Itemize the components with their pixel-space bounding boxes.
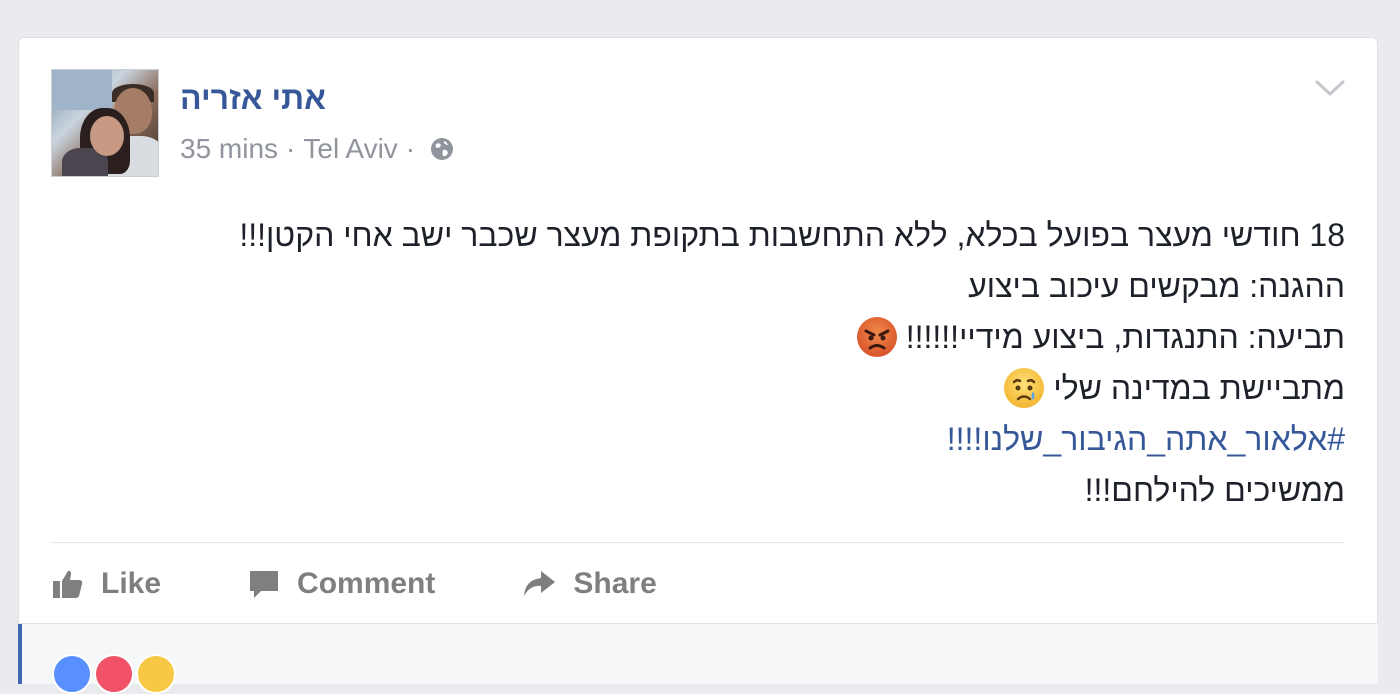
angry-face-emoji	[856, 317, 897, 357]
love-reaction-icon[interactable]	[94, 654, 134, 694]
post-text: 18 חודשי מעצר בפועל בכלא, ללא התחשבות בת…	[65, 210, 1345, 516]
post-line-6: ממשיכים להילחם!!!	[1084, 472, 1345, 508]
post-line-4: מתביישת במדינה שלי	[65, 363, 1345, 414]
chevron-down-icon[interactable]	[1313, 76, 1347, 100]
post-timestamp[interactable]: 35 mins	[180, 133, 278, 165]
accent-bar	[18, 624, 22, 684]
sad-tear-face-emoji	[1004, 368, 1045, 408]
haha-reaction-icon[interactable]	[136, 654, 176, 694]
comment-icon	[250, 571, 279, 598]
author-avatar[interactable]	[51, 69, 159, 177]
globe-icon[interactable]	[429, 136, 455, 162]
post-line-2: ההגנה: מבקשים עיכוב ביצוע	[968, 268, 1345, 304]
divider	[51, 542, 1345, 543]
meta-separator: ·	[405, 133, 416, 164]
post-card: אתי אזריה 35 mins · Tel Aviv · 18 חודשי …	[18, 37, 1378, 694]
author-name[interactable]: אתי אזריה	[180, 80, 326, 117]
reactions-bar	[18, 623, 1378, 694]
comment-label: Comment	[297, 567, 436, 600]
share-arrow-icon	[524, 571, 556, 596]
post-line-3: תביעה: התנגדות, ביצוע מידיי!!!!!!	[65, 312, 1345, 363]
like-reaction-icon[interactable]	[52, 654, 92, 694]
share-button[interactable]: Share	[521, 567, 657, 601]
post-meta: 35 mins · Tel Aviv ·	[180, 133, 455, 165]
share-label: Share	[573, 567, 657, 600]
hashtag-link[interactable]: #אלאור_אתה_הגיבור_שלנו!!!!	[65, 414, 1345, 465]
meta-separator: ·	[286, 133, 296, 164]
action-bar: Like Comment Share	[51, 554, 743, 614]
like-label: Like	[101, 567, 162, 600]
like-button[interactable]: Like	[51, 567, 161, 601]
post-location[interactable]: Tel Aviv	[303, 133, 397, 165]
post-line-1: 18 חודשי מעצר בפועל בכלא, ללא התחשבות בת…	[239, 217, 1345, 253]
comment-button[interactable]: Comment	[247, 567, 435, 601]
thumbs-up-icon	[53, 570, 83, 598]
